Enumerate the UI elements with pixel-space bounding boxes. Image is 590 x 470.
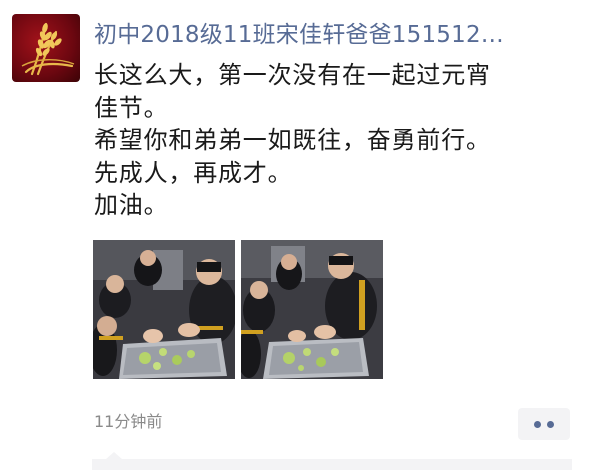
post-text: 长这么大，第一次没有在一起过元宵 佳节。 希望你和弟弟一如既往，奋勇前行。 先成… bbox=[94, 59, 574, 222]
photo-students-baking-icon bbox=[241, 240, 383, 379]
more-dots-icon bbox=[534, 421, 541, 428]
post-photo[interactable] bbox=[93, 240, 235, 379]
comment-area-pointer bbox=[106, 452, 122, 459]
photo-grid bbox=[93, 240, 385, 379]
more-actions-button[interactable] bbox=[518, 408, 570, 440]
post-text-line: 希望你和弟弟一如既往，奋勇前行。 bbox=[94, 126, 491, 154]
post-text-line: 先成人，再成才。 bbox=[94, 158, 293, 187]
avatar[interactable] bbox=[12, 14, 80, 82]
post-text-line: 长这么大，第一次没有在一起过元宵 bbox=[94, 61, 491, 89]
moments-post: 初中2018级11班宋佳轩爸爸151512… 长这么大，第一次没有在一起过元宵 … bbox=[0, 0, 590, 470]
post-photo[interactable] bbox=[241, 240, 383, 379]
post-text-line: 加油。 bbox=[94, 191, 169, 219]
author-name[interactable]: 初中2018级11班宋佳轩爸爸151512… bbox=[94, 20, 564, 50]
post-timestamp: 11分钟前 bbox=[94, 412, 163, 431]
wheat-logo-icon bbox=[21, 22, 75, 76]
comment-area bbox=[92, 459, 572, 470]
post-text-line: 佳节。 bbox=[94, 93, 169, 122]
photo-students-baking-icon bbox=[93, 240, 235, 379]
more-dots-icon bbox=[547, 421, 554, 428]
